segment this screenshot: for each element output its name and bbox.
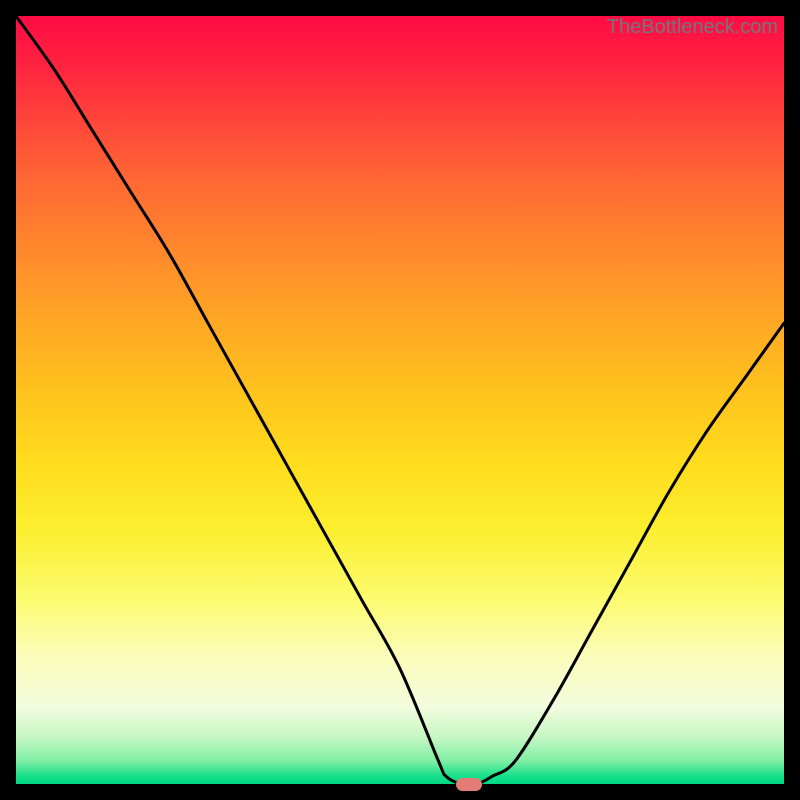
bottleneck-curve xyxy=(16,16,784,784)
watermark-text: TheBottleneck.com xyxy=(607,16,778,39)
chart-frame: TheBottleneck.com xyxy=(0,0,800,800)
optimal-point-marker xyxy=(456,778,482,791)
chart-plot-area: TheBottleneck.com xyxy=(16,16,784,784)
